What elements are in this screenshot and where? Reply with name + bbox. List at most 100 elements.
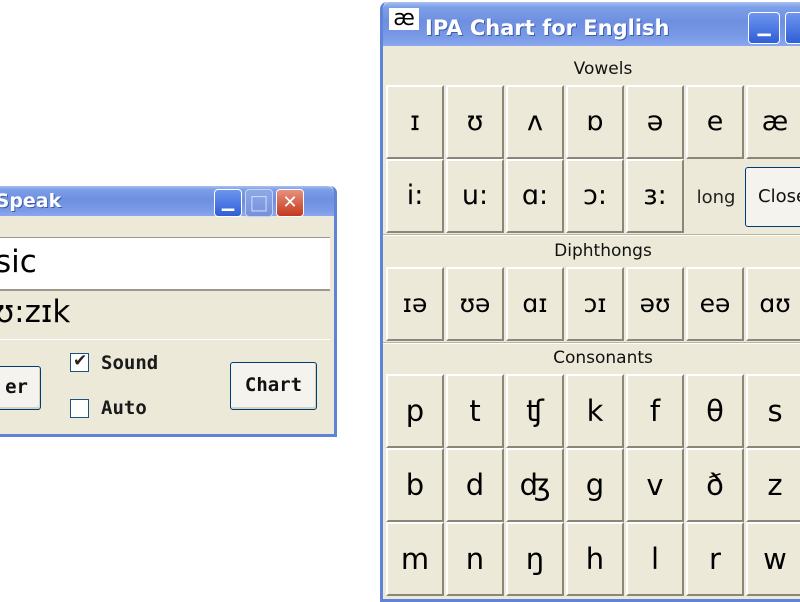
- ipa-symbol-button[interactable]: z: [746, 448, 800, 522]
- left-action-button-label: er: [5, 376, 28, 398]
- ipa-symbol-button[interactable]: b: [386, 448, 444, 522]
- ipa-symbol-label: ɑɪ: [522, 289, 548, 318]
- ipa-symbol-button[interactable]: r: [686, 522, 744, 596]
- divider: [383, 342, 800, 344]
- ipa-symbol-label: eə: [699, 289, 731, 318]
- ipa-symbol-label: z: [767, 468, 783, 502]
- ipa-symbol-label: ɑ:: [521, 180, 549, 211]
- ipa-symbol-button[interactable]: d: [446, 448, 504, 522]
- diphthongs-heading: Diphthongs: [554, 241, 652, 261]
- ipa-symbol-label: ɔ:: [583, 180, 607, 211]
- ipa-symbol-button[interactable]: h: [566, 522, 624, 596]
- speak-window: kSpeak ▁ □ ✕ sic ʊ:zɪk er ✔ Sound Auto C…: [0, 186, 337, 437]
- ipa-symbol-label: k: [586, 394, 604, 428]
- auto-label: Auto: [101, 397, 147, 419]
- word-input[interactable]: sic: [0, 237, 330, 291]
- ipa-symbol-label: ð: [706, 468, 724, 502]
- ipa-window-titlebar[interactable]: æ IPA Chart for English ▁: [383, 2, 800, 46]
- phonetic-value: ʊ:zɪk: [0, 294, 71, 330]
- minimize-icon: ▁: [221, 192, 235, 211]
- ipa-symbol-button[interactable]: ʊ: [446, 85, 504, 159]
- ipa-symbol-label: ʧ: [526, 394, 544, 428]
- maximize-button: □: [245, 189, 273, 217]
- ipa-symbol-label: ɑʊ: [759, 289, 791, 318]
- ipa-symbol-button[interactable]: ɔ:: [566, 159, 624, 233]
- speak-window-title: kSpeak: [0, 190, 62, 212]
- ipa-symbol-label: ŋ: [525, 542, 545, 576]
- ipa-symbol-button[interactable]: k: [566, 374, 624, 448]
- ipa-symbol-label: θ: [706, 394, 724, 428]
- ipa-symbol-label: d: [465, 468, 485, 502]
- ipa-symbol-button[interactable]: ɪ: [386, 85, 444, 159]
- ipa-symbol-button[interactable]: ə: [626, 85, 684, 159]
- ipa-symbol-button[interactable]: ʊə: [446, 267, 504, 341]
- ipa-symbol-label: i:: [406, 180, 424, 211]
- ipa-symbol-button[interactable]: ɜ:: [626, 159, 684, 233]
- sound-label: Sound: [101, 352, 159, 374]
- ipa-symbol-button[interactable]: v: [626, 448, 684, 522]
- ipa-symbol-button[interactable]: l: [626, 522, 684, 596]
- phonetic-display: ʊ:zɪk: [0, 292, 330, 340]
- ipa-symbol-button[interactable]: n: [446, 522, 504, 596]
- long-label: long: [696, 187, 736, 208]
- speak-window-titlebar[interactable]: kSpeak ▁ □ ✕: [0, 186, 334, 217]
- ipa-symbol-button[interactable]: s: [746, 374, 800, 448]
- ipa-symbol-button[interactable]: ɑʊ: [746, 267, 800, 341]
- divider: [383, 234, 800, 236]
- ipa-symbol-button[interactable]: θ: [686, 374, 744, 448]
- ipa-symbol-button[interactable]: eə: [686, 267, 744, 341]
- auto-checkbox[interactable]: [70, 399, 89, 418]
- ipa-symbol-button[interactable]: i:: [386, 159, 444, 233]
- close-icon: ✕: [282, 192, 298, 213]
- chart-button-label: Chart: [244, 374, 303, 396]
- ipa-symbol-button[interactable]: f: [626, 374, 684, 448]
- ipa-minimize-button[interactable]: ▁: [748, 12, 780, 44]
- ipa-symbol-button[interactable]: w: [746, 522, 800, 596]
- ipa-symbol-button[interactable]: ɪə: [386, 267, 444, 341]
- ipa-symbol-label: u:: [461, 180, 489, 211]
- ipa-maximize-button[interactable]: [785, 12, 800, 44]
- ipa-symbol-label: b: [405, 468, 425, 502]
- ipa-window-title: IPA Chart for English: [425, 16, 670, 40]
- ipa-symbol-button[interactable]: u:: [446, 159, 504, 233]
- ipa-symbol-button[interactable]: ɔɪ: [566, 267, 624, 341]
- word-input-value: sic: [0, 244, 37, 280]
- maximize-icon: □: [249, 190, 269, 214]
- ipa-symbol-button[interactable]: əʊ: [626, 267, 684, 341]
- ipa-symbol-label: ɒ: [586, 106, 604, 137]
- minimize-button[interactable]: ▁: [214, 189, 242, 217]
- ipa-symbol-label: e: [706, 106, 724, 137]
- ipa-symbol-button[interactable]: ŋ: [506, 522, 564, 596]
- ipa-symbol-button[interactable]: ʌ: [506, 85, 564, 159]
- ipa-symbol-label: h: [585, 542, 605, 576]
- ipa-symbol-button[interactable]: g: [566, 448, 624, 522]
- ipa-symbol-button[interactable]: ɑɪ: [506, 267, 564, 341]
- ipa-symbol-button[interactable]: ɑ:: [506, 159, 564, 233]
- ipa-symbol-button[interactable]: e: [686, 85, 744, 159]
- left-action-button[interactable]: er: [0, 366, 41, 410]
- close-chart-button[interactable]: Close: [745, 167, 800, 227]
- ipa-symbol-label: m: [400, 542, 430, 576]
- sound-checkbox[interactable]: ✔: [70, 351, 89, 372]
- ipa-symbol-label: w: [763, 542, 787, 576]
- app-icon: æ: [389, 8, 419, 30]
- ipa-symbol-label: ə: [646, 106, 664, 137]
- ipa-symbol-button[interactable]: m: [386, 522, 444, 596]
- ipa-symbol-button[interactable]: ɒ: [566, 85, 624, 159]
- ipa-symbol-label: ʊə: [459, 289, 491, 318]
- ipa-symbol-label: v: [646, 468, 664, 502]
- ipa-symbol-button[interactable]: ʤ: [506, 448, 564, 522]
- ipa-symbol-label: l: [650, 542, 660, 576]
- ipa-symbol-button[interactable]: æ: [746, 85, 800, 159]
- ipa-symbol-button[interactable]: t: [446, 374, 504, 448]
- ipa-symbol-label: ʤ: [519, 468, 551, 502]
- chart-button[interactable]: Chart: [230, 362, 317, 410]
- ipa-symbol-label: ʊ: [466, 106, 484, 137]
- ipa-symbol-button[interactable]: p: [386, 374, 444, 448]
- ipa-symbol-label: f: [649, 394, 661, 428]
- ipa-symbol-label: əʊ: [639, 289, 671, 318]
- close-button[interactable]: ✕: [276, 189, 304, 217]
- ipa-symbol-label: ɪ: [409, 106, 421, 137]
- ipa-symbol-button[interactable]: ʧ: [506, 374, 564, 448]
- ipa-symbol-button[interactable]: ð: [686, 448, 744, 522]
